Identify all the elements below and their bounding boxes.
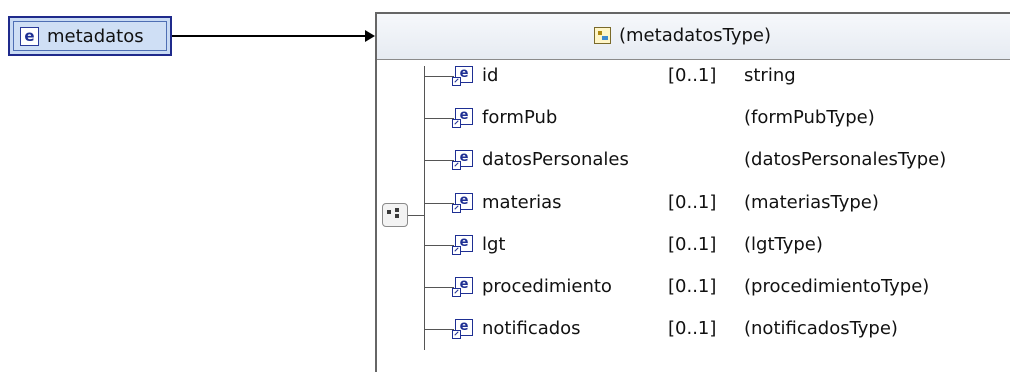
child-element-row[interactable]: e datosPersonales (datosPersonalesType) bbox=[0, 140, 1010, 182]
branch-line bbox=[424, 118, 454, 119]
element-ref-icon: e bbox=[452, 150, 474, 170]
child-element-occurrence: [0..1] bbox=[668, 276, 717, 297]
branch-line bbox=[424, 245, 454, 246]
connector-line bbox=[172, 35, 370, 37]
element-ref-icon: e bbox=[452, 235, 474, 255]
reference-arrow-icon bbox=[452, 161, 461, 170]
reference-arrow-icon bbox=[452, 119, 461, 128]
element-icon: e bbox=[20, 26, 39, 46]
child-element-type: (formPubType) bbox=[744, 107, 875, 128]
branch-line bbox=[424, 203, 454, 204]
child-element-type: (notificadosType) bbox=[744, 318, 898, 339]
branch-line bbox=[424, 76, 454, 77]
branch-line bbox=[424, 287, 454, 288]
child-element-name: id bbox=[482, 65, 499, 86]
element-ref-icon: e bbox=[452, 193, 474, 213]
child-element-name: lgt bbox=[482, 234, 506, 255]
child-element-occurrence: [0..1] bbox=[668, 192, 717, 213]
child-element-name: formPub bbox=[482, 107, 558, 128]
child-element-occurrence: [0..1] bbox=[668, 318, 717, 339]
child-element-row[interactable]: e formPub (formPubType) bbox=[0, 98, 1010, 140]
child-element-row[interactable]: e lgt [0..1] (lgtType) bbox=[0, 225, 1010, 267]
child-element-row[interactable]: e notificados [0..1] (notificadosType) bbox=[0, 309, 1010, 351]
reference-arrow-icon bbox=[452, 204, 461, 213]
complex-type-title: (metadatosType) bbox=[619, 25, 771, 46]
root-element-metadatos[interactable]: e metadatos bbox=[8, 16, 172, 56]
child-element-type: (lgtType) bbox=[744, 234, 823, 255]
child-element-type: string bbox=[744, 65, 796, 86]
reference-arrow-icon bbox=[452, 246, 461, 255]
branch-line bbox=[424, 160, 454, 161]
connector-arrow-icon bbox=[365, 30, 375, 42]
child-element-row[interactable]: e id [0..1] string bbox=[0, 56, 1010, 98]
element-ref-icon: e bbox=[452, 108, 474, 128]
element-ref-icon: e bbox=[452, 66, 474, 86]
element-ref-icon: e bbox=[452, 277, 474, 297]
child-element-row[interactable]: e procedimiento [0..1] (procedimientoType) bbox=[0, 267, 1010, 309]
child-element-name: materias bbox=[482, 192, 562, 213]
reference-arrow-icon bbox=[452, 288, 461, 297]
complex-type-icon bbox=[594, 27, 611, 44]
child-element-name: notificados bbox=[482, 318, 581, 339]
reference-arrow-icon bbox=[452, 330, 461, 339]
child-element-occurrence: [0..1] bbox=[668, 234, 717, 255]
child-element-row[interactable]: e materias [0..1] (materiasType) bbox=[0, 183, 1010, 225]
root-element-label: metadatos bbox=[47, 25, 144, 47]
child-element-type: (datosPersonalesType) bbox=[744, 149, 947, 170]
element-ref-icon: e bbox=[452, 319, 474, 339]
complex-type-header: (metadatosType) bbox=[377, 14, 1010, 60]
reference-arrow-icon bbox=[452, 77, 461, 86]
child-element-name: procedimiento bbox=[482, 276, 612, 297]
child-element-type: (materiasType) bbox=[744, 192, 879, 213]
child-element-type: (procedimientoType) bbox=[744, 276, 930, 297]
child-element-occurrence: [0..1] bbox=[668, 65, 717, 86]
branch-line bbox=[424, 329, 454, 330]
child-element-name: datosPersonales bbox=[482, 149, 629, 170]
